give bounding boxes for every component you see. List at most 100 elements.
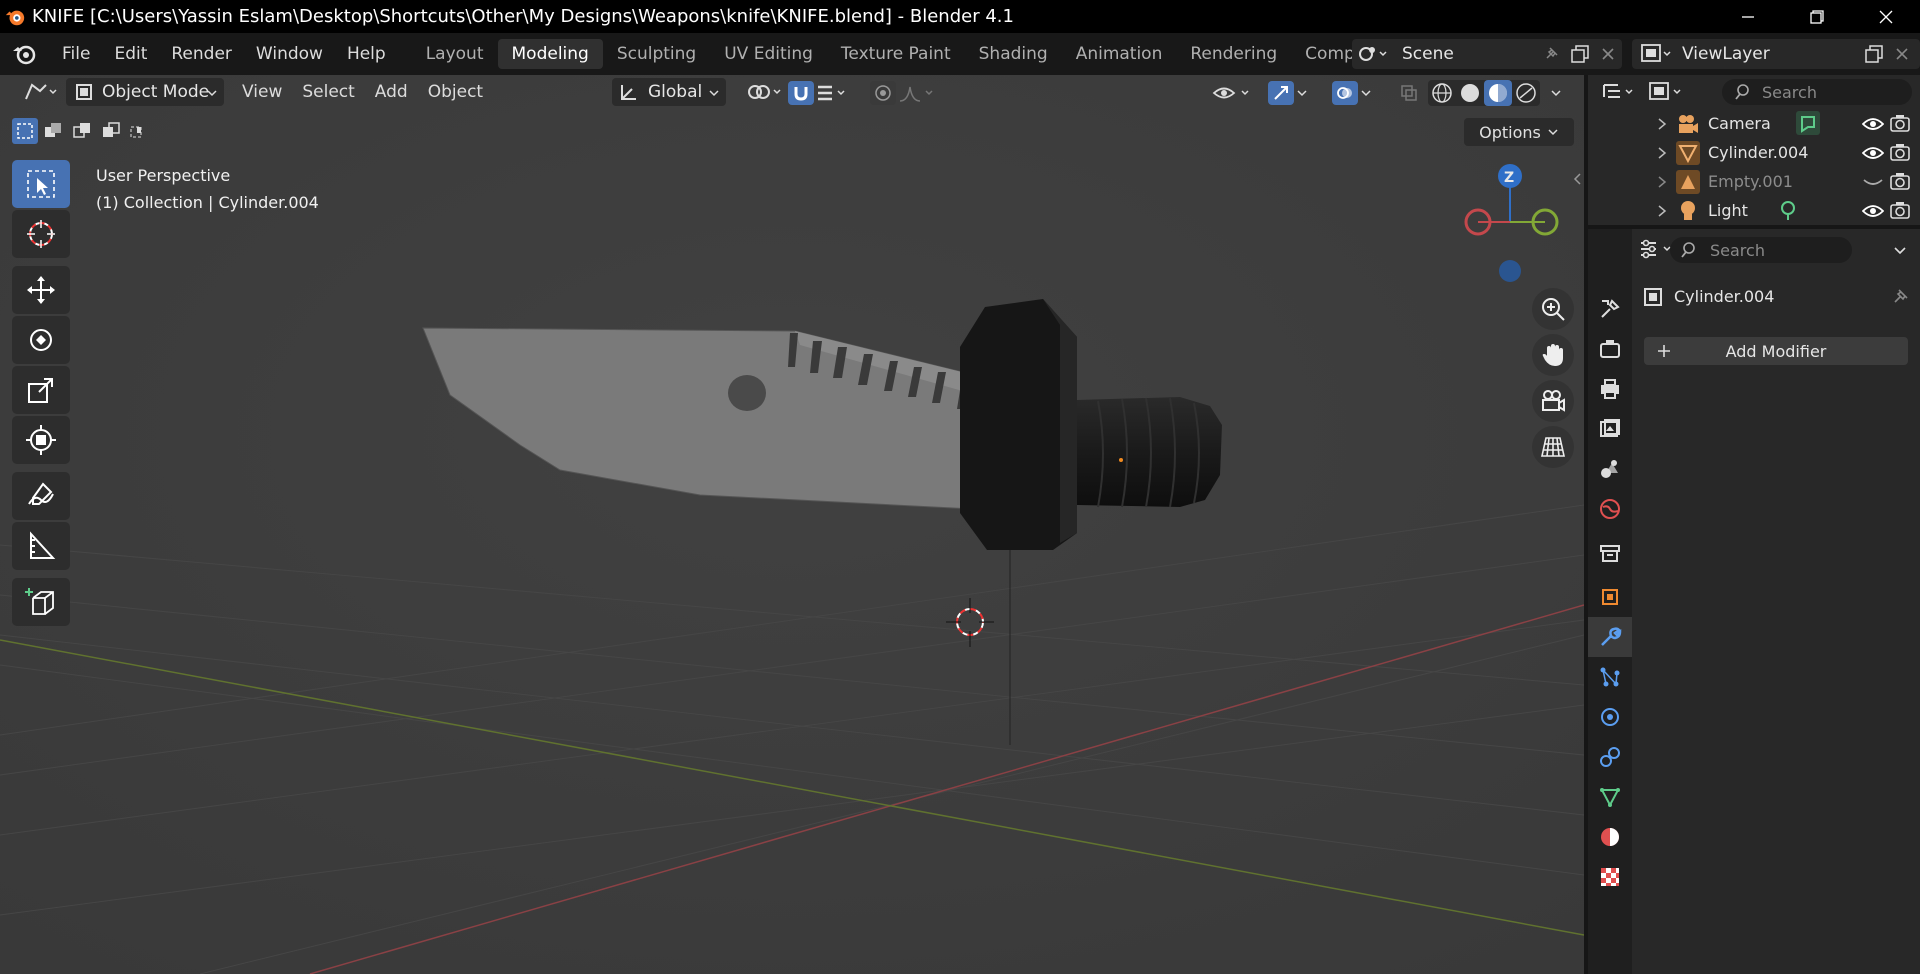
view-layer-selector[interactable]: ViewLayer <box>1632 39 1920 69</box>
expand-arrow-icon[interactable] <box>1656 204 1668 218</box>
eye-icon[interactable] <box>1862 116 1884 132</box>
select-new-button[interactable] <box>12 118 38 144</box>
render-camera-icon[interactable] <box>1890 143 1910 161</box>
annotate-tool[interactable] <box>12 472 70 520</box>
scale-tool[interactable] <box>12 366 70 414</box>
delete-view-layer-icon[interactable] <box>1894 46 1910 62</box>
menu-object[interactable]: Object <box>418 78 493 106</box>
snap-toggle[interactable] <box>788 81 814 105</box>
tab-constraints[interactable] <box>1588 737 1632 777</box>
wireframe-shading-icon[interactable] <box>1428 80 1456 106</box>
close-button[interactable] <box>1851 0 1920 33</box>
menu-view[interactable]: View <box>232 78 292 106</box>
tab-object[interactable] <box>1588 577 1632 617</box>
expand-arrow-icon[interactable] <box>1656 117 1668 131</box>
editor-type-button[interactable] <box>12 78 70 106</box>
render-camera-icon[interactable] <box>1890 172 1910 190</box>
menu-help[interactable]: Help <box>335 39 398 69</box>
menu-file[interactable]: File <box>50 39 102 69</box>
material-preview-icon[interactable] <box>1484 80 1512 106</box>
menu-edit[interactable]: Edit <box>102 39 159 69</box>
rendered-shading-icon[interactable] <box>1512 80 1540 106</box>
mode-dropdown[interactable]: Object Mode <box>66 78 224 106</box>
delete-scene-icon[interactable] <box>1600 46 1616 62</box>
tab-modifiers[interactable] <box>1588 617 1632 657</box>
overlays-toggle[interactable] <box>1332 81 1358 105</box>
new-view-layer-icon[interactable] <box>1864 44 1884 64</box>
sidebar-collapse-icon[interactable] <box>1572 171 1584 187</box>
tab-compositing[interactable]: Compositing <box>1291 39 1352 69</box>
transform-orientation-dropdown[interactable]: Global <box>612 78 726 106</box>
scene-selector[interactable]: Scene <box>1352 39 1622 69</box>
proportional-editing-toggle[interactable] <box>870 81 896 105</box>
display-mode-icon[interactable] <box>1648 80 1688 104</box>
falloff-dropdown[interactable] <box>898 81 938 105</box>
new-scene-icon[interactable] <box>1570 44 1590 64</box>
tab-tool[interactable] <box>1588 289 1632 329</box>
outliner-row-light[interactable]: Light <box>1588 196 1920 225</box>
add-cube-tool[interactable] <box>12 578 70 626</box>
outliner-row-camera[interactable]: Camera <box>1588 109 1920 138</box>
render-camera-icon[interactable] <box>1890 201 1910 219</box>
shading-dropdown[interactable] <box>1550 81 1566 105</box>
options-dropdown[interactable]: Options <box>1464 118 1574 146</box>
pin-icon[interactable] <box>1890 287 1910 307</box>
eye-closed-icon[interactable] <box>1862 174 1884 190</box>
menu-select[interactable]: Select <box>292 78 364 106</box>
menu-add[interactable]: Add <box>365 78 418 106</box>
cursor-tool[interactable] <box>12 210 70 258</box>
blender-logo-icon[interactable] <box>10 40 38 68</box>
outliner-editor-icon[interactable] <box>1600 80 1640 104</box>
select-subtract-button[interactable] <box>69 118 95 144</box>
outliner-row-empty[interactable]: Empty.001 <box>1588 167 1920 196</box>
measure-tool[interactable] <box>12 522 70 570</box>
chevron-down-icon[interactable] <box>1893 243 1907 257</box>
pan-button[interactable] <box>1532 334 1574 376</box>
tab-particles[interactable] <box>1588 657 1632 697</box>
rotate-tool[interactable] <box>12 316 70 364</box>
outliner-search[interactable]: Search <box>1722 79 1912 105</box>
move-tool[interactable] <box>12 266 70 314</box>
gizmo-toggle[interactable] <box>1268 81 1294 105</box>
camera-view-button[interactable] <box>1532 380 1574 422</box>
tab-rendering[interactable]: Rendering <box>1176 39 1291 69</box>
transform-tool[interactable] <box>12 416 70 464</box>
tab-scene[interactable] <box>1588 449 1632 489</box>
outliner-row-cylinder[interactable]: Cylinder.004 <box>1588 138 1920 167</box>
tab-shading[interactable]: Shading <box>965 39 1062 69</box>
tab-view-layer[interactable] <box>1588 409 1632 449</box>
tab-world[interactable] <box>1588 489 1632 529</box>
gizmo-dropdown[interactable] <box>1296 81 1312 105</box>
zoom-button[interactable] <box>1532 288 1574 330</box>
expand-arrow-icon[interactable] <box>1656 175 1668 189</box>
tab-modeling[interactable]: Modeling <box>497 39 603 69</box>
snap-target-dropdown[interactable] <box>816 81 852 105</box>
tab-uv-editing[interactable]: UV Editing <box>710 39 827 69</box>
xray-toggle[interactable] <box>1396 81 1422 105</box>
menu-window[interactable]: Window <box>244 39 335 69</box>
light-data-icon[interactable] <box>1778 199 1798 221</box>
tab-data[interactable] <box>1588 777 1632 817</box>
expand-arrow-icon[interactable] <box>1656 146 1668 160</box>
select-box-tool[interactable] <box>12 160 70 208</box>
menu-render[interactable]: Render <box>159 39 244 69</box>
minimize-button[interactable] <box>1713 0 1782 33</box>
tab-layout[interactable]: Layout <box>412 39 498 69</box>
select-extend-button[interactable] <box>41 118 67 144</box>
overlays-dropdown[interactable] <box>1360 81 1376 105</box>
add-modifier-button[interactable]: Add Modifier <box>1644 337 1908 365</box>
camera-data-icon[interactable] <box>1796 111 1820 135</box>
restore-button[interactable] <box>1782 0 1851 33</box>
properties-search[interactable]: Search <box>1670 237 1852 263</box>
pin-icon[interactable] <box>1542 45 1560 63</box>
tab-render[interactable] <box>1588 329 1632 369</box>
tab-texture-paint[interactable]: Texture Paint <box>827 39 965 69</box>
tab-material[interactable] <box>1588 817 1632 857</box>
tab-sculpting[interactable]: Sculpting <box>603 39 710 69</box>
tab-output[interactable] <box>1588 369 1632 409</box>
tab-physics[interactable] <box>1588 697 1632 737</box>
eye-icon[interactable] <box>1862 203 1884 219</box>
select-intersect-button[interactable] <box>126 118 152 144</box>
3d-viewport[interactable]: Z Object Mode View Select Add Object Glo… <box>0 75 1584 974</box>
render-camera-icon[interactable] <box>1890 114 1910 132</box>
